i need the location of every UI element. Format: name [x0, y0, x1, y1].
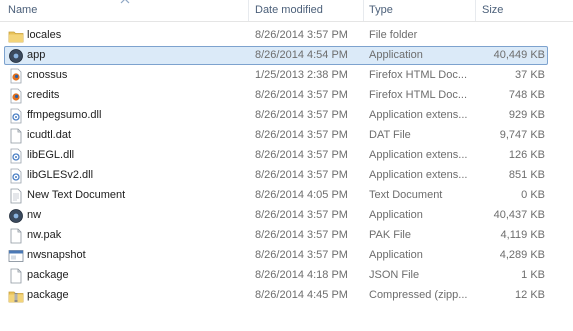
file-size: 37 KB: [515, 69, 545, 81]
file-date-modified: 8/26/2014 3:57 PM: [255, 109, 348, 121]
file-type: Application: [369, 49, 423, 61]
file-size: 4,119 KB: [500, 229, 545, 241]
file-name: cnossus: [27, 69, 68, 81]
file-date-modified: 8/26/2014 3:57 PM: [255, 89, 348, 101]
file-date-modified: 8/26/2014 3:57 PM: [255, 149, 348, 161]
file-name: package: [27, 289, 69, 301]
file-date-modified: 8/26/2014 4:54 PM: [255, 49, 348, 61]
generic-file-icon: [10, 128, 22, 144]
file-type: PAK File: [369, 229, 411, 241]
dll-icon: [10, 168, 22, 184]
file-size: 40,437 KB: [493, 209, 545, 221]
file-name: ffmpegsumo.dll: [27, 109, 102, 121]
file-size: 126 KB: [508, 149, 545, 161]
file-name: app: [27, 49, 46, 61]
file-date-modified: 8/26/2014 4:18 PM: [255, 269, 348, 281]
file-date-modified: 8/26/2014 3:57 PM: [255, 249, 348, 261]
file-date-modified: 8/26/2014 3:57 PM: [255, 229, 348, 241]
file-type: Application extens...: [369, 149, 468, 161]
file-name: icudtl.dat: [27, 129, 72, 141]
file-type: Application: [369, 209, 423, 221]
file-type: Firefox HTML Doc...: [369, 69, 467, 81]
generic-file-icon: [10, 268, 22, 284]
file-type: DAT File: [369, 129, 411, 141]
file-size: 1 KB: [521, 269, 545, 281]
file-size: 748 KB: [508, 89, 545, 101]
file-name: package: [27, 269, 69, 281]
file-row[interactable]: app 8/26/2014 4:54 PM Application 40,449 KB: [0, 46, 573, 66]
file-row[interactable]: credits 8/26/2014 3:57 PM Firefox HTML Doc…: [0, 86, 573, 106]
file-size: 929 KB: [508, 109, 545, 121]
app-exe-icon: [9, 209, 23, 223]
dll-icon: [10, 148, 22, 164]
firefox-html-icon: [10, 68, 22, 84]
file-date-modified: 8/26/2014 3:57 PM: [255, 129, 348, 141]
file-row[interactable]: locales 8/26/2014 3:57 PM File folder: [0, 26, 573, 46]
file-date-modified: 8/26/2014 3:57 PM: [255, 209, 348, 221]
column-header-bar: Name Date modified Type Size: [0, 0, 573, 22]
file-type: Compressed (zipp...: [369, 289, 468, 301]
sort-up-arrow-icon: [120, 0, 130, 4]
text-document-icon: [10, 188, 22, 204]
file-list-view: Name Date modified Type Size locales 8/26…: [0, 0, 573, 331]
file-row[interactable]: nw.pak 8/26/2014 3:57 PM PAK File 4,119 KB: [0, 226, 573, 246]
file-name: credits: [27, 89, 60, 101]
generic-file-icon: [10, 228, 22, 244]
file-type: Firefox HTML Doc...: [369, 89, 467, 101]
file-date-modified: 8/26/2014 3:57 PM: [255, 29, 348, 41]
file-row[interactable]: New Text Document 8/26/2014 4:05 PM Text D…: [0, 186, 573, 206]
file-size: 9,747 KB: [499, 129, 545, 141]
file-name: libGLESv2.dll: [27, 169, 94, 181]
file-size: 12 KB: [515, 289, 545, 301]
file-row[interactable]: package 8/26/2014 4:45 PM Compressed (zipp…: [0, 286, 573, 306]
column-divider[interactable]: [248, 0, 249, 21]
file-size: 851 KB: [508, 169, 545, 181]
firefox-html-icon: [10, 88, 22, 104]
file-name: libEGL.dll: [27, 149, 75, 161]
file-name: locales: [27, 29, 62, 41]
file-name: nwsnapshot: [27, 249, 86, 261]
file-type: JSON File: [369, 269, 420, 281]
zip-folder-icon: [8, 291, 24, 303]
file-type: Application extens...: [369, 109, 468, 121]
app-exe-icon: [9, 49, 23, 63]
dll-icon: [10, 108, 22, 124]
file-size: 4,289 KB: [499, 249, 545, 261]
file-name: New Text Document: [27, 189, 126, 201]
file-size: 40,449 KB: [493, 49, 545, 61]
file-size: 0 KB: [521, 189, 545, 201]
file-type: Text Document: [369, 189, 443, 201]
file-row[interactable]: icudtl.dat 8/26/2014 3:57 PM DAT File 9,747…: [0, 126, 573, 146]
window-app-icon: [8, 250, 24, 262]
file-type: Application: [369, 249, 423, 261]
file-date-modified: 1/25/2013 2:38 PM: [255, 69, 348, 81]
file-date-modified: 8/26/2014 4:45 PM: [255, 289, 348, 301]
column-divider[interactable]: [475, 0, 476, 21]
file-row[interactable]: ffmpegsumo.dll 8/26/2014 3:57 PM Applicati…: [0, 106, 573, 126]
column-header-date-modified[interactable]: Date modified: [255, 4, 323, 16]
file-row[interactable]: libGLESv2.dll 8/26/2014 3:57 PM Applicatio…: [0, 166, 573, 186]
file-row[interactable]: nw 8/26/2014 3:57 PM Application 40,437 KB: [0, 206, 573, 226]
file-row[interactable]: nwsnapshot 8/26/2014 3:57 PM Application 4,…: [0, 246, 573, 266]
file-row[interactable]: cnossus 1/25/2013 2:38 PM Firefox HTML Doc…: [0, 66, 573, 86]
folder-icon: [8, 31, 24, 43]
file-type: File folder: [369, 29, 418, 41]
file-row[interactable]: package 8/26/2014 4:18 PM JSON File 1 KB: [0, 266, 573, 286]
file-row[interactable]: libEGL.dll 8/26/2014 3:57 PM Application e…: [0, 146, 573, 166]
column-divider[interactable]: [363, 0, 364, 21]
file-name: nw: [27, 209, 42, 221]
column-header-type[interactable]: Type: [369, 4, 393, 16]
column-header-size[interactable]: Size: [482, 4, 503, 16]
file-date-modified: 8/26/2014 3:57 PM: [255, 169, 348, 181]
file-date-modified: 8/26/2014 4:05 PM: [255, 189, 348, 201]
file-type: Application extens...: [369, 169, 468, 181]
file-name: nw.pak: [27, 229, 62, 241]
column-header-name[interactable]: Name: [8, 4, 37, 16]
